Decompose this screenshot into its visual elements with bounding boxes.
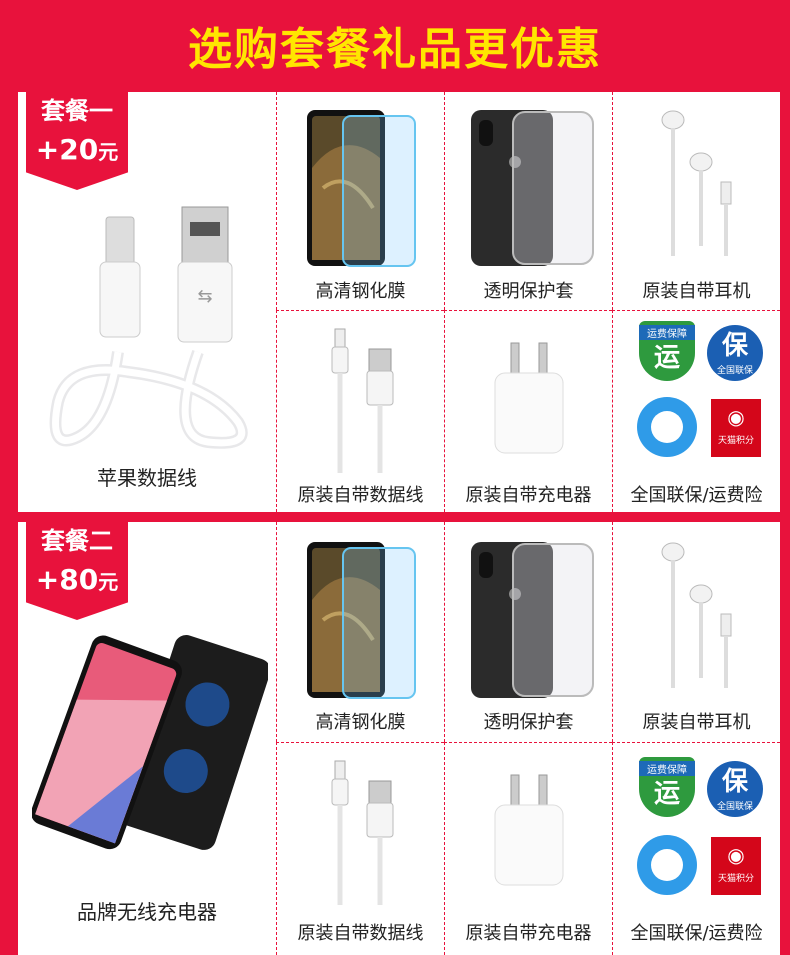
package-panel-1: 套餐一 +20元 ⇆ 苹果数据线 高清钢化膜 透明保护套 原装自带耳机 原装自带… — [18, 92, 780, 512]
package-1-badge-price: +20元 — [35, 133, 119, 166]
package-2-badge-price: +80元 — [35, 563, 119, 596]
usb-cable-image — [331, 328, 394, 473]
charger-image — [494, 342, 564, 454]
phone-with-film-image — [307, 542, 416, 699]
package-panel-2: 套餐二 +80元 品牌无线充电器 高清钢化膜 透明保护套 原装自带耳机 原装自带… — [18, 522, 780, 955]
item-earphones: 原装自带耳机 — [612, 522, 780, 742]
package-1-badge: 套餐一 +20元 — [26, 92, 128, 190]
tmall-points-icon: ◉ 天猫积分 — [711, 399, 761, 457]
shipping-insurance-icon: 运费保障 运 — [639, 321, 695, 381]
svg-text:⇆: ⇆ — [197, 286, 212, 307]
item-label: 高清钢化膜 — [315, 281, 406, 302]
package-1-main: 套餐一 +20元 ⇆ 苹果数据线 — [18, 92, 276, 512]
item-label: 高清钢化膜 — [315, 712, 406, 733]
item-label: 原装自带充电器 — [465, 485, 592, 506]
phone-with-case-image — [471, 110, 594, 266]
item-label: 原装自带数据线 — [297, 485, 424, 506]
tmall-points-icon: ◉ 天猫积分 — [711, 837, 761, 895]
page: 选购套餐礼品更优惠 套餐一 +20元 ⇆ 苹果数据线 高清钢化膜 透明保护套 原… — [0, 0, 790, 955]
item-label: 原装自带耳机 — [642, 281, 751, 302]
item-warranty: 运费保障 运 保 全国联保 ◉ 天猫积分 全国联保/运费险 — [612, 310, 780, 512]
service-logo-icon — [637, 835, 697, 895]
item-label: 透明保护套 — [483, 281, 574, 302]
item-screen-protector: 高清钢化膜 — [276, 522, 444, 742]
earphones-image — [661, 110, 732, 256]
item-label: 原装自带充电器 — [465, 923, 592, 944]
package-2-items: 高清钢化膜 透明保护套 原装自带耳机 原装自带数据线 原装自带充电器 运费保障 … — [276, 522, 780, 955]
service-logo-icon — [637, 397, 697, 457]
item-charger: 原装自带充电器 — [444, 310, 612, 512]
package-1-main-label: 苹果数据线 — [97, 466, 197, 490]
phone-with-film-image — [307, 110, 416, 267]
item-label: 原装自带耳机 — [642, 712, 751, 733]
item-label: 全国联保/运费险 — [630, 485, 763, 506]
wireless-charger-image — [32, 635, 268, 850]
package-2-main: 套餐二 +80元 品牌无线充电器 — [18, 522, 276, 955]
banner-title: 选购套餐礼品更优惠 — [188, 24, 602, 75]
item-label: 原装自带数据线 — [297, 923, 424, 944]
earphones-image — [661, 542, 732, 688]
shipping-insurance-icon: 运费保障 运 — [639, 757, 695, 817]
item-warranty: 运费保障 运 保 全国联保 ◉ 天猫积分 全国联保/运费险 — [612, 742, 780, 955]
package-1-items: 高清钢化膜 透明保护套 原装自带耳机 原装自带数据线 原装自带充电器 运费保障 … — [276, 92, 780, 512]
national-warranty-icon: 保 全国联保 — [707, 325, 763, 381]
package-2-badge-name: 套餐二 — [26, 522, 128, 560]
item-clear-case: 透明保护套 — [444, 92, 612, 310]
item-label: 透明保护套 — [483, 712, 574, 733]
package-2-badge: 套餐二 +80元 — [26, 522, 128, 620]
promo-banner: 选购套餐礼品更优惠 — [0, 0, 790, 90]
item-charger: 原装自带充电器 — [444, 742, 612, 955]
package-1-badge-name: 套餐一 — [26, 92, 128, 130]
usb-cable-image — [331, 760, 394, 905]
item-clear-case: 透明保护套 — [444, 522, 612, 742]
item-usb-cable: 原装自带数据线 — [276, 742, 444, 955]
lightning-cable-image: ⇆ — [49, 206, 248, 449]
item-earphones: 原装自带耳机 — [612, 92, 780, 310]
item-screen-protector: 高清钢化膜 — [276, 92, 444, 310]
charger-image — [494, 774, 564, 886]
item-label: 全国联保/运费险 — [630, 923, 763, 944]
phone-with-case-image — [471, 542, 594, 698]
national-warranty-icon: 保 全国联保 — [707, 761, 763, 817]
package-2-main-label: 品牌无线充电器 — [77, 900, 217, 924]
item-usb-cable: 原装自带数据线 — [276, 310, 444, 512]
